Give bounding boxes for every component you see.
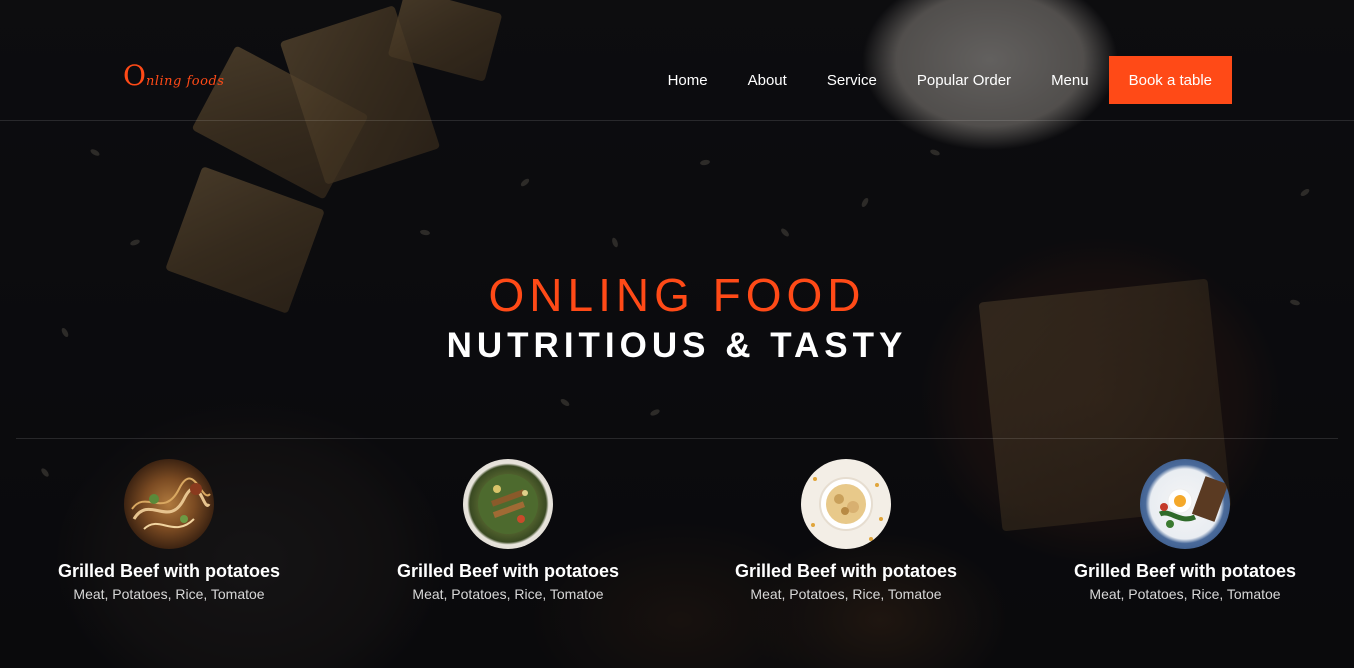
logo-initial: O bbox=[123, 59, 146, 92]
noodles-graphic bbox=[131, 477, 211, 530]
section-divider bbox=[16, 438, 1338, 439]
dish-name: Grilled Beef with potatoes bbox=[734, 561, 958, 581]
hero-title: ONLING FOOD bbox=[488, 269, 866, 321]
dish-card[interactable]: Grilled Beef with potatoes Meat, Potatoe… bbox=[716, 459, 976, 602]
dish-card[interactable]: Grilled Beef with potatoes Meat, Potatoe… bbox=[39, 459, 299, 602]
dish-image-egg-plate bbox=[1140, 459, 1230, 549]
dish-image-bowl bbox=[801, 459, 891, 549]
main-navigation: Home About Service Popular Order Menu Bo… bbox=[668, 56, 1232, 104]
dish-image-salad bbox=[463, 459, 553, 549]
dish-card[interactable]: Grilled Beef with potatoes Meat, Potatoe… bbox=[378, 459, 638, 602]
site-header: Onling foods Home About Service Popular … bbox=[0, 0, 1354, 121]
dish-image-noodles bbox=[124, 459, 214, 549]
dish-ingredients: Meat, Potatoes, Rice, Tomatoe bbox=[750, 586, 942, 602]
egg-plate-graphic bbox=[1158, 476, 1229, 528]
logo-text: nling foods bbox=[145, 74, 225, 89]
dish-name: Grilled Beef with potatoes bbox=[57, 561, 281, 581]
salad-graphic bbox=[478, 474, 538, 534]
dish-ingredients: Meat, Potatoes, Rice, Tomatoe bbox=[73, 586, 265, 602]
book-table-button[interactable]: Book a table bbox=[1108, 56, 1232, 104]
dish-ingredients: Meat, Potatoes, Rice, Tomatoe bbox=[1089, 586, 1281, 602]
dish-card[interactable]: Grilled Beef with potatoes Meat, Potatoe… bbox=[1055, 459, 1315, 602]
dish-name: Grilled Beef with potatoes bbox=[396, 561, 620, 581]
nav-link-home[interactable]: Home bbox=[668, 72, 708, 89]
nav-link-menu[interactable]: Menu bbox=[1051, 72, 1089, 89]
nav-link-popular-order[interactable]: Popular Order bbox=[917, 72, 1011, 89]
site-logo[interactable]: Onling foods bbox=[123, 62, 224, 90]
bowl-graphic bbox=[811, 477, 883, 541]
nav-link-about[interactable]: About bbox=[748, 72, 787, 89]
dish-ingredients: Meat, Potatoes, Rice, Tomatoe bbox=[412, 586, 604, 602]
hero-subtitle: NUTRITIOUS & TASTY bbox=[446, 326, 908, 365]
nav-link-service[interactable]: Service bbox=[827, 72, 877, 89]
dish-name: Grilled Beef with potatoes bbox=[1073, 561, 1297, 581]
